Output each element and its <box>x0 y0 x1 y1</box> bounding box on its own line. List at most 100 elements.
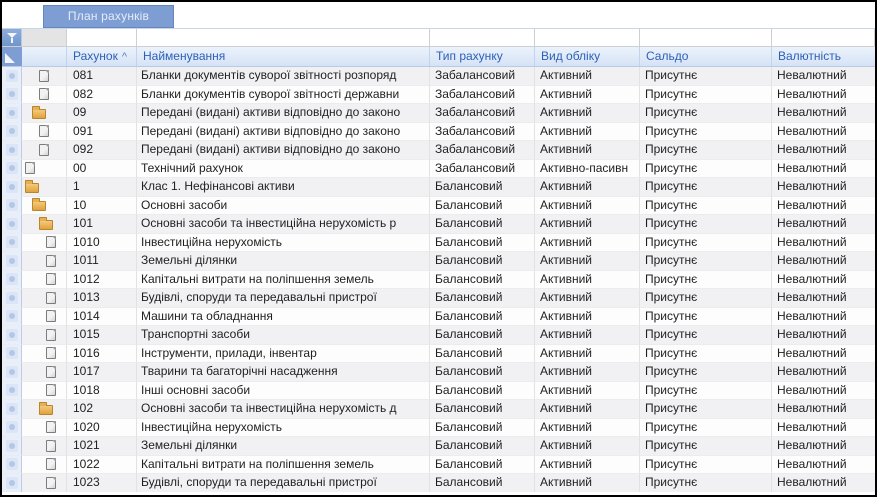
table-row[interactable]: 1023 Будівлі, споруди та передавальні пр… <box>2 474 875 492</box>
row-marker-icon <box>5 162 18 175</box>
filter-input-type[interactable] <box>430 29 535 47</box>
tree-icon-cell <box>22 307 67 326</box>
row-marker-icon <box>5 365 18 378</box>
balance-presence: Присутнє <box>640 233 772 252</box>
table-row[interactable]: 1011 Земельні ділянки Балансовий Активни… <box>2 252 875 271</box>
account-type: Балансовий <box>430 196 535 215</box>
account-name: Бланки документів суворої звітності держ… <box>137 85 430 104</box>
select-all-corner-icon[interactable] <box>2 47 22 66</box>
currency-flag: Невалютний <box>772 326 875 345</box>
table-row[interactable]: 00 Технічний рахунок Забалансовий Активн… <box>2 159 875 178</box>
document-icon <box>25 162 35 175</box>
table-row[interactable]: 09 Передані (видані) активи відповідно д… <box>2 104 875 123</box>
tab-plan-rakhunkiv[interactable]: План рахунків <box>43 5 174 28</box>
row-gutter-cell <box>2 178 22 197</box>
account-name: Передані (видані) активи відповідно до з… <box>137 141 430 160</box>
filter-input-name[interactable] <box>137 29 430 47</box>
balance-presence: Присутнє <box>640 270 772 289</box>
table-row[interactable]: 101 Основні засоби та інвестиційна нерух… <box>2 215 875 234</box>
accounting-kind: Активний <box>535 122 640 141</box>
header-account[interactable]: Рахунок ^ <box>67 47 137 66</box>
account-type: Забалансовий <box>430 104 535 123</box>
row-gutter-cell <box>2 400 22 419</box>
account-type: Балансовий <box>430 418 535 437</box>
folder-icon <box>39 216 53 230</box>
row-marker-icon <box>5 69 18 82</box>
header-type[interactable]: Тип рахунку <box>430 47 535 66</box>
balance-presence: Присутнє <box>640 363 772 382</box>
table-row[interactable]: 10 Основні засоби Балансовий Активний Пр… <box>2 196 875 215</box>
currency-flag: Невалютний <box>772 252 875 271</box>
filter-input-currency[interactable] <box>772 29 875 47</box>
account-name: Інвестиційна нерухомість <box>137 418 430 437</box>
table-row[interactable]: 1012 Капітальні витрати на поліпшення зе… <box>2 270 875 289</box>
currency-flag: Невалютний <box>772 122 875 141</box>
balance-presence: Присутнє <box>640 178 772 197</box>
header-kind[interactable]: Вид обліку <box>535 47 640 66</box>
accounting-kind: Активний <box>535 400 640 419</box>
table-row[interactable]: 082 Бланки документів суворої звітності … <box>2 85 875 104</box>
filter-cell-gutter <box>2 29 22 47</box>
currency-flag: Невалютний <box>772 363 875 382</box>
account-number: 1021 <box>67 437 137 456</box>
header-name[interactable]: Найменування <box>137 47 430 66</box>
table-row[interactable]: 1022 Капітальні витрати на поліпшення зе… <box>2 455 875 474</box>
balance-presence: Присутнє <box>640 326 772 345</box>
table-row[interactable]: 1 Клас 1. Нефінансові активи Балансовий … <box>2 178 875 197</box>
row-marker-icon <box>5 458 18 471</box>
table-row[interactable]: 081 Бланки документів суворої звітності … <box>2 67 875 86</box>
table-row[interactable]: 091 Передані (видані) активи відповідно … <box>2 122 875 141</box>
tree-icon-cell <box>22 455 67 474</box>
table-row[interactable]: 1018 Інші основні засоби Балансовий Акти… <box>2 381 875 400</box>
balance-presence: Присутнє <box>640 400 772 419</box>
table-row[interactable]: 1014 Машини та обладнання Балансовий Акт… <box>2 307 875 326</box>
account-name: Машини та обладнання <box>137 307 430 326</box>
accounting-kind: Активний <box>535 270 640 289</box>
document-icon <box>46 421 56 434</box>
table-row[interactable]: 092 Передані (видані) активи відповідно … <box>2 141 875 160</box>
row-marker-icon <box>5 384 18 397</box>
row-marker-icon <box>5 125 18 138</box>
filter-input-kind[interactable] <box>535 29 640 47</box>
tree-icon-cell <box>22 326 67 345</box>
account-type: Балансовий <box>430 400 535 419</box>
currency-flag: Невалютний <box>772 104 875 123</box>
account-name: Основні засоби <box>137 196 430 215</box>
filter-input-account[interactable] <box>67 29 137 47</box>
balance-presence: Присутнє <box>640 289 772 308</box>
folder-icon <box>39 401 53 415</box>
balance-presence: Присутнє <box>640 141 772 160</box>
table-row[interactable]: 1015 Транспортні засоби Балансовий Актив… <box>2 326 875 345</box>
table-row[interactable]: 1010 Інвестиційна нерухомість Балансовий… <box>2 233 875 252</box>
table-row[interactable]: 1016 Інструменти, прилади, інвентар Бала… <box>2 344 875 363</box>
accounting-kind: Активний <box>535 418 640 437</box>
filter-input-balance[interactable] <box>640 29 772 47</box>
document-icon <box>46 273 56 286</box>
accounting-kind: Активно-пасивн <box>535 159 640 178</box>
filter-funnel-icon[interactable] <box>2 29 21 46</box>
header-balance[interactable]: Сальдо <box>640 47 772 66</box>
tree-icon-cell <box>22 400 67 419</box>
table-row[interactable]: 102 Основні засоби та інвестиційна нерух… <box>2 400 875 419</box>
row-marker-icon <box>5 402 18 415</box>
row-gutter-cell <box>2 455 22 474</box>
table-row[interactable]: 1013 Будівлі, споруди та передавальні пр… <box>2 289 875 308</box>
header-currency[interactable]: Валютність <box>772 47 875 66</box>
currency-flag: Невалютний <box>772 67 875 86</box>
account-number: 10 <box>67 196 137 215</box>
currency-flag: Невалютний <box>772 455 875 474</box>
account-type: Балансовий <box>430 215 535 234</box>
account-name: Основні засоби та інвестиційна нерухоміс… <box>137 215 430 234</box>
account-number: 1012 <box>67 270 137 289</box>
account-number: 1014 <box>67 307 137 326</box>
table-row[interactable]: 1020 Інвестиційна нерухомість Балансовий… <box>2 418 875 437</box>
currency-flag: Невалютний <box>772 289 875 308</box>
account-name: Клас 1. Нефінансові активи <box>137 178 430 197</box>
table-row[interactable]: 1021 Земельні ділянки Балансовий Активни… <box>2 437 875 456</box>
row-gutter-cell <box>2 437 22 456</box>
accounting-kind: Активний <box>535 178 640 197</box>
accounting-kind: Активний <box>535 289 640 308</box>
account-type: Забалансовий <box>430 141 535 160</box>
account-type: Балансовий <box>430 252 535 271</box>
table-row[interactable]: 1017 Тварини та багаторічні насадження Б… <box>2 363 875 382</box>
